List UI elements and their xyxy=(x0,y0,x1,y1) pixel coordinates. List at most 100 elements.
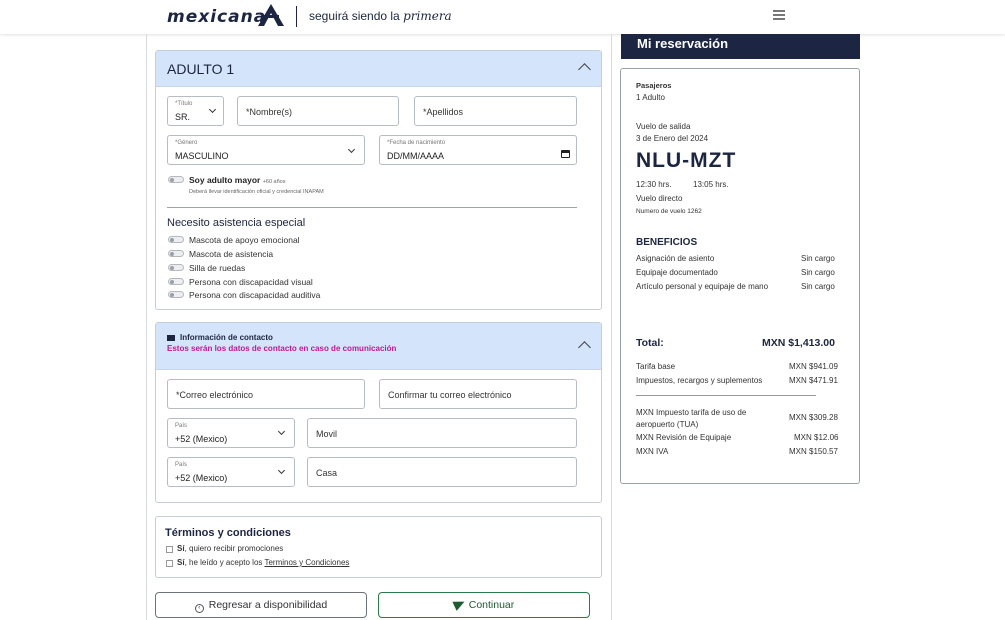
assist-option: Mascota de apoyo emocional xyxy=(189,235,300,245)
assist-toggle[interactable] xyxy=(168,250,184,257)
terms-card: Términos y condiciones Sí, quiero recibi… xyxy=(155,516,602,578)
apellidos-input[interactable]: *Apellidos xyxy=(414,96,577,126)
continue-button-label: Continuar xyxy=(468,599,515,611)
assist-toggle[interactable] xyxy=(168,278,184,285)
flight-route: NLU-MZT xyxy=(636,149,737,172)
pais-value: +52 (Mexico) xyxy=(175,473,228,483)
chevron-down-icon xyxy=(347,145,356,154)
assist-toggle[interactable] xyxy=(168,291,184,298)
email-input[interactable]: *Correo electrónico xyxy=(167,379,365,409)
promo-checkbox[interactable] xyxy=(166,546,173,553)
beneficio-value: Sin cargo xyxy=(801,254,835,263)
continue-button[interactable]: Continuar xyxy=(378,592,590,618)
titulo-value: SR. xyxy=(175,112,191,122)
chevron-up-icon[interactable] xyxy=(578,63,591,76)
hora-llegada: 13:05 hrs. xyxy=(693,180,729,189)
total-label: Total: xyxy=(636,337,664,349)
pais-casa-select[interactable]: País +52 (Mexico) xyxy=(167,457,295,487)
passenger-title: ADULTO 1 xyxy=(167,61,235,77)
assist-option: Silla de ruedas xyxy=(189,263,246,273)
beneficio-value: Sin cargo xyxy=(801,282,835,291)
promo-label: Sí, quiero recibir promociones xyxy=(177,544,283,553)
accept-label: Sí, he leído y acepto los Terminos y Con… xyxy=(177,558,349,567)
beneficio-value: Sin cargo xyxy=(801,268,835,277)
senior-toggle[interactable] xyxy=(168,176,184,183)
tax-name: MXN IVA xyxy=(636,447,669,456)
senior-label-text: Soy adulto mayor xyxy=(189,175,261,185)
terms-link[interactable]: Terminos y Condiciones xyxy=(264,558,349,567)
contact-card: Información de contacto Estos serán los … xyxy=(155,322,602,503)
breakdown-value: MXN $471.91 xyxy=(789,376,838,385)
calendar-icon[interactable] xyxy=(561,150,570,158)
titulo-label: *Título xyxy=(175,101,193,107)
senior-note: Deberá llevar identificación oficial y c… xyxy=(189,189,324,195)
terms-title: Términos y condiciones xyxy=(165,527,291,539)
tax-name: MXN Revisión de Equipaje xyxy=(636,433,732,442)
chevron-down-icon xyxy=(277,466,286,475)
passenger-card-header[interactable]: ADULTO 1 xyxy=(156,51,601,87)
pais-label: País xyxy=(175,423,188,429)
breakdown-value: MXN $941.09 xyxy=(789,362,838,371)
genero-label: *Género xyxy=(175,140,198,146)
senior-age: +60 años xyxy=(262,179,286,185)
tagline: seguirá siendo la primera xyxy=(309,9,452,23)
total-value: MXN $1,413.00 xyxy=(762,337,835,349)
casa-input[interactable]: Casa xyxy=(307,457,577,487)
contact-subtitle: Estos serán los datos de contacto en cas… xyxy=(167,344,397,353)
reservation-card: Pasajeros 1 Adulto Vuelo de salida 3 de … xyxy=(620,68,860,484)
chevron-down-icon xyxy=(208,105,217,114)
hora-salida: 12:30 hrs. xyxy=(636,180,672,189)
vuelo-tipo: Vuelo directo xyxy=(636,194,683,203)
assist-option: Mascota de asistencia xyxy=(189,249,274,259)
tagline-script: primera xyxy=(403,9,452,23)
accept-text: , he leído y acepto los xyxy=(184,558,263,567)
top-bar: mexicana seguirá siendo la primera xyxy=(0,0,1005,34)
envelope-icon xyxy=(167,335,175,341)
accept-checkbox[interactable] xyxy=(166,560,173,567)
contact-card-header[interactable]: Información de contacto Estos serán los … xyxy=(156,323,601,370)
genero-select[interactable]: *Género MASCULINO xyxy=(167,135,365,165)
beneficios-title: BENEFICIOS xyxy=(636,237,698,248)
logo-text[interactable]: mexicana xyxy=(167,7,266,27)
reservation-header: Mi reservación xyxy=(621,34,860,59)
senior-label: Soy adulto mayor +60 años xyxy=(189,175,286,185)
section-divider xyxy=(167,207,577,208)
movil-input[interactable]: Movil xyxy=(307,418,577,448)
breakdown-name: Impuestos, recargos y suplementos xyxy=(636,376,763,385)
tax-value: MXN $150.57 xyxy=(789,447,838,456)
assist-toggle[interactable] xyxy=(168,236,184,243)
apellidos-placeholder: *Apellidos xyxy=(423,107,464,117)
assist-option: Persona con discapacidad visual xyxy=(189,277,313,287)
contact-title: Información de contacto xyxy=(180,333,273,342)
beneficio-name: Equipaje documentado xyxy=(636,268,718,277)
summary-divider xyxy=(636,395,816,396)
casa-placeholder: Casa xyxy=(316,468,338,478)
logo-separator xyxy=(296,6,297,27)
left-divider xyxy=(146,34,147,620)
tax-name: MXN Impuesto tarifa de uso de aeropuerto… xyxy=(636,408,747,429)
pais-movil-select[interactable]: País +52 (Mexico) xyxy=(167,418,295,448)
fecha-nacimiento-input[interactable]: *Fecha de nacimiento DD/MM/AAAA xyxy=(379,135,577,165)
assist-toggle[interactable] xyxy=(168,264,184,271)
email-confirm-input[interactable]: Confirmar tu correo electrónico xyxy=(379,379,577,409)
tax-value: MXN $309.28 xyxy=(789,413,838,422)
genero-value: MASCULINO xyxy=(175,151,229,161)
beneficio-name: Asignación de asiento xyxy=(636,254,715,263)
reservation-title: Mi reservación xyxy=(637,36,729,51)
back-button-label: Regresar a disponibilidad xyxy=(208,599,328,611)
nombre-input[interactable]: *Nombre(s) xyxy=(237,96,399,126)
assist-title: Necesito asistencia especial xyxy=(167,217,306,229)
chevron-up-icon[interactable] xyxy=(578,341,591,354)
beneficio-name: Artículo personal y equipaje de mano xyxy=(636,282,769,291)
mexicana-logo-icon[interactable] xyxy=(258,4,284,26)
vuelo-fecha: 3 de Enero del 2024 xyxy=(636,134,709,143)
hamburger-menu-icon[interactable] xyxy=(773,10,785,20)
chevron-down-icon xyxy=(277,427,286,436)
titulo-select[interactable]: *Título SR. xyxy=(167,96,224,126)
back-circle-icon: ‹ xyxy=(194,604,204,613)
back-button[interactable]: ‹ Regresar a disponibilidad xyxy=(155,592,367,618)
assist-option: Persona con discapacidad auditiva xyxy=(189,290,321,300)
movil-placeholder: Movil xyxy=(316,429,338,439)
vuelo-label: Vuelo de salida xyxy=(636,122,691,131)
send-icon xyxy=(452,597,467,611)
